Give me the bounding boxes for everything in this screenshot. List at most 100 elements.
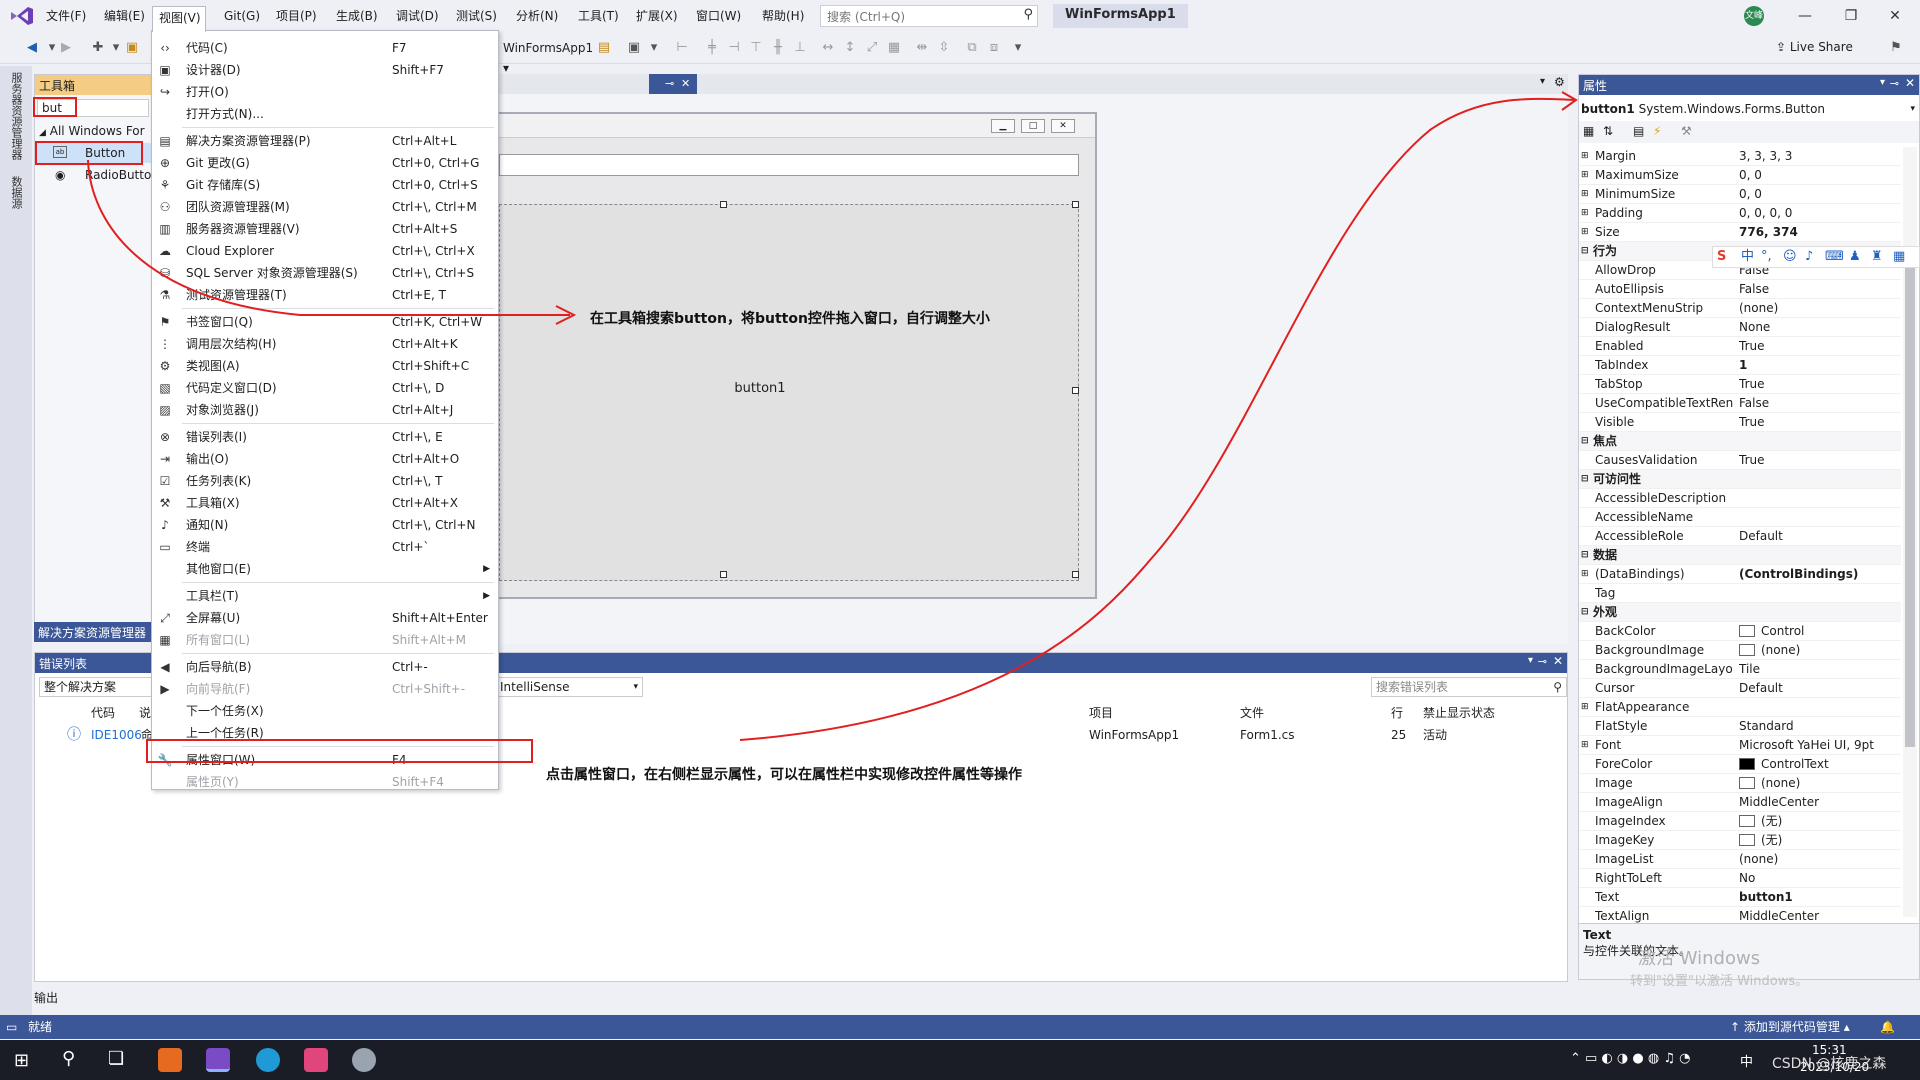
object-selector[interactable]: button1 System.Windows.Forms.Button ▾ [1581, 99, 1917, 119]
notification-bell-icon[interactable]: 🔔 [1880, 1015, 1895, 1039]
ime-indicator[interactable]: 中 [1740, 1051, 1753, 1070]
property-row[interactable]: BackColor Control [1579, 622, 1901, 641]
events-icon[interactable]: ⚡ [1653, 124, 1661, 138]
doc-dropdown-icon[interactable]: ▾ [1540, 76, 1545, 87]
property-row[interactable]: ImageIndex (无) [1579, 812, 1901, 831]
property-row[interactable]: AutoEllipsis False [1579, 280, 1901, 299]
property-category[interactable]: ⊟ 焦点 [1579, 432, 1901, 451]
property-row[interactable]: ⊞ MaximumSize 0, 0 [1579, 166, 1901, 185]
view-menu-item[interactable]: ⊕ Git 更改(G) Ctrl+0, Ctrl+G [152, 152, 498, 174]
expand-icon[interactable]: ⊞ [1581, 166, 1589, 185]
view-menu-item[interactable]: ▥ 服务器资源管理器(V) Ctrl+Alt+S [152, 218, 498, 240]
view-menu-item[interactable]: 其他窗口(E) ▶ [152, 558, 498, 580]
form-button-control[interactable]: button1 [499, 201, 1079, 581]
alphabetical-icon[interactable]: ⇅ [1603, 124, 1613, 138]
view-menu-item[interactable]: ⚇ 团队资源管理器(M) Ctrl+\, Ctrl+M [152, 196, 498, 218]
avatar[interactable]: 文峰 [1744, 6, 1764, 26]
property-row[interactable]: ⊞ Size 776, 374 [1579, 223, 1901, 242]
view-menu-item[interactable]: ▶ 向前导航(F) Ctrl+Shift+- [152, 678, 498, 700]
property-row[interactable]: CausesValidation True [1579, 451, 1901, 470]
property-value[interactable]: 0, 0 [1739, 185, 1899, 204]
property-value[interactable]: False [1739, 394, 1899, 413]
property-value[interactable]: True [1739, 451, 1899, 470]
menu-item[interactable]: 生成(B) [332, 7, 382, 25]
property-value[interactable]: Control [1739, 622, 1899, 641]
property-row[interactable]: RightToLeft No [1579, 869, 1901, 888]
view-menu-item[interactable]: ▭ 终端 Ctrl+` [152, 536, 498, 558]
menu-item[interactable]: 帮助(H) [758, 7, 808, 25]
align-center-icon[interactable]: ╪ [704, 40, 720, 56]
view-menu-item[interactable]: ☁ Cloud Explorer Ctrl+\, Ctrl+X [152, 240, 498, 262]
menu-item[interactable]: 扩展(X) [632, 7, 682, 25]
new-project-icon[interactable]: ✚ [90, 40, 106, 56]
column-header-suppression[interactable]: 禁止显示状态 [1423, 703, 1495, 723]
view-menu-item[interactable]: ⚗ 测试资源管理器(T) Ctrl+E, T [152, 284, 498, 306]
settings-gear-icon[interactable]: ⚙ [1554, 75, 1565, 89]
app-icon[interactable] [352, 1048, 376, 1072]
form-maximize-icon[interactable]: □ [1021, 119, 1045, 133]
expand-icon[interactable]: ⊞ [1581, 223, 1589, 242]
grid-icon[interactable]: ▦ [886, 40, 902, 56]
error-search-input[interactable]: 搜索错误列表 ⚲ [1371, 677, 1567, 697]
form-designer-window[interactable]: ▁ □ ✕ button1 [497, 112, 1097, 599]
property-value[interactable]: (none) [1739, 850, 1899, 869]
view-menu-item[interactable]: ▤ 解决方案资源管理器(P) Ctrl+Alt+L [152, 130, 498, 152]
property-value[interactable]: True [1739, 375, 1899, 394]
close-icon[interactable]: ✕ [1880, 6, 1910, 26]
property-value[interactable]: button1 [1739, 888, 1899, 907]
property-value[interactable]: 0, 0, 0, 0 [1739, 204, 1899, 223]
column-header-desc[interactable]: 说 [139, 703, 151, 723]
width-icon[interactable]: ↔ [820, 40, 836, 56]
property-value[interactable]: Default [1739, 527, 1899, 546]
properties-icon[interactable]: ▤ [1633, 124, 1644, 138]
property-row[interactable]: DialogResult None [1579, 318, 1901, 337]
property-row[interactable]: ⊞ FlatAppearance [1579, 698, 1901, 717]
app-icon[interactable] [304, 1048, 328, 1072]
view-menu-item[interactable]: ‹› 代码(C) F7 [152, 37, 498, 59]
dropdown-icon[interactable]: ▾ [108, 40, 124, 56]
collapse-icon[interactable]: ⊟ [1581, 546, 1589, 565]
layout-icon[interactable]: ▣ [626, 40, 642, 56]
menu-item[interactable]: 测试(S) [452, 7, 501, 25]
property-value[interactable]: 3, 3, 3, 3 [1739, 147, 1899, 166]
property-value[interactable]: 0, 0 [1739, 166, 1899, 185]
pin-icon[interactable]: ⊸ [665, 74, 674, 94]
form-close-icon[interactable]: ✕ [1051, 119, 1075, 133]
menu-item[interactable]: 项目(P) [272, 7, 321, 25]
close-icon[interactable]: ✕ [1905, 76, 1915, 90]
property-value[interactable]: (none) [1739, 641, 1899, 660]
menu-item[interactable]: 编辑(E) [100, 7, 149, 25]
view-menu-item[interactable]: ⊗ 错误列表(I) Ctrl+\, E [152, 426, 498, 448]
ime-toolbar[interactable]: S 中 °, ☺ ♪ ⌨ ♟ ♜ ▦ [1712, 246, 1920, 268]
menu-item[interactable]: 工具(T) [574, 7, 623, 25]
resize-handle[interactable] [1072, 387, 1079, 394]
property-row[interactable]: Tag [1579, 584, 1901, 603]
pin-icon[interactable]: ⊸ [1538, 655, 1547, 668]
toolbox-group[interactable]: ◢ All Windows For [35, 121, 151, 141]
height-icon[interactable]: ↕ [842, 40, 858, 56]
firefox-icon[interactable] [158, 1048, 182, 1072]
collapse-icon[interactable]: ⊟ [1581, 242, 1589, 261]
property-row[interactable]: AccessibleRole Default [1579, 527, 1901, 546]
property-row[interactable]: BackgroundImage (none) [1579, 641, 1901, 660]
toolbox-search-input[interactable]: but [37, 99, 149, 117]
back-nav-icon[interactable]: ◀ [24, 40, 40, 56]
property-row[interactable]: ⊞ (DataBindings) (ControlBindings) [1579, 565, 1901, 584]
search-icon[interactable]: ⚲ [1023, 7, 1033, 22]
property-value[interactable]: (无) [1739, 812, 1899, 831]
view-menu-item[interactable]: ⚑ 书签窗口(Q) Ctrl+K, Ctrl+W [152, 311, 498, 333]
resize-handle[interactable] [1072, 201, 1079, 208]
view-menu-item[interactable]: 下一个任务(X) [152, 700, 498, 722]
view-menu-item[interactable]: 🔧 属性窗口(W) F4 [152, 749, 498, 771]
data-sources-tab[interactable]: 数据源 [8, 176, 24, 209]
property-row[interactable]: ImageAlign MiddleCenter [1579, 793, 1901, 812]
property-row[interactable]: ForeColor ControlText [1579, 755, 1901, 774]
view-menu-item[interactable]: 工具栏(T) ▶ [152, 585, 498, 607]
spacing-h-icon[interactable]: ⇹ [914, 40, 930, 56]
view-menu-item[interactable]: ⚘ Git 存储库(S) Ctrl+0, Ctrl+S [152, 174, 498, 196]
task-view-icon[interactable]: ❏ [108, 1048, 124, 1069]
property-value[interactable]: True [1739, 413, 1899, 432]
collapse-icon[interactable]: ⊟ [1581, 470, 1589, 489]
form-textbox[interactable] [499, 154, 1079, 176]
categorized-icon[interactable]: ▦ [1583, 124, 1594, 138]
